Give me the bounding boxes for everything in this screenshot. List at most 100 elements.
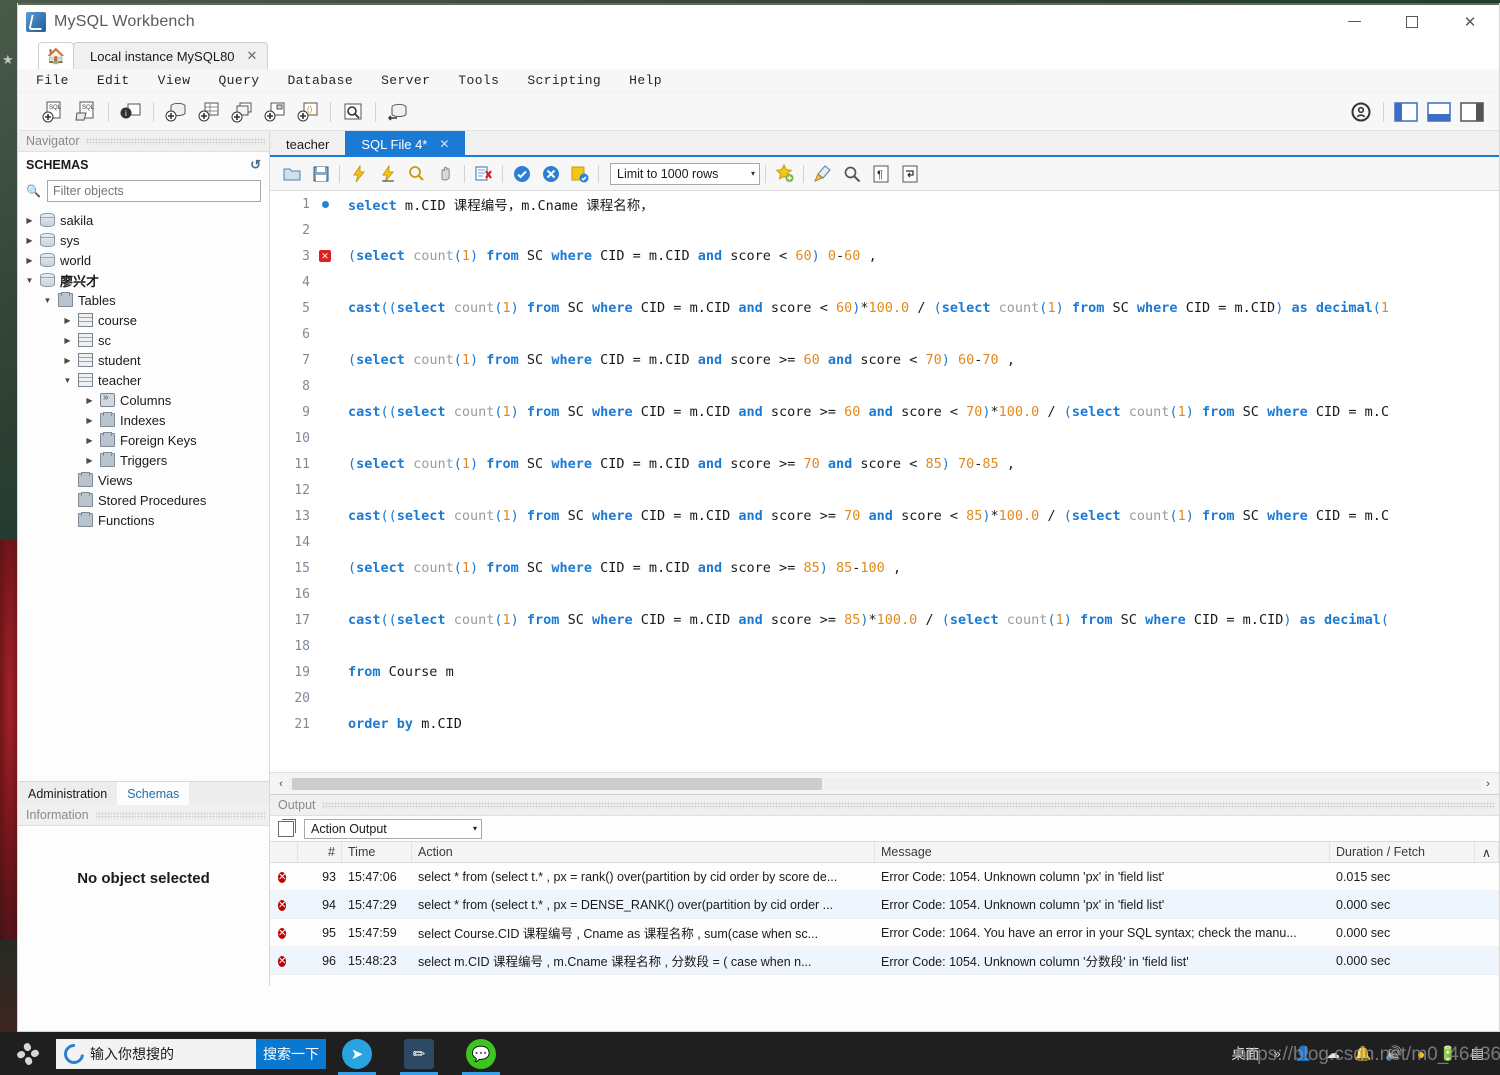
tree-item-views[interactable]: Views	[18, 470, 269, 490]
code-line[interactable]: 12	[270, 477, 1499, 503]
schema-tree[interactable]: ▶ sakila ▶ sys ▶ world ▼ 廖兴才 ▼ Tables ▶ course ▶ sc ▶ s…	[18, 208, 269, 781]
people-icon[interactable]: 👤	[1295, 1045, 1312, 1062]
chevron-right-icon[interactable]: ▶	[62, 336, 73, 345]
maximize-button[interactable]	[1383, 3, 1441, 41]
new-function-icon[interactable]: ()	[293, 97, 323, 127]
code-line[interactable]: 8	[270, 373, 1499, 399]
code-line[interactable]: 17 cast((select count(1) from SC where CI…	[270, 607, 1499, 633]
stop-query-icon[interactable]	[432, 160, 459, 187]
tencent-icon[interactable]: ●	[1417, 1046, 1425, 1062]
code-line[interactable]: 6	[270, 321, 1499, 347]
table-body[interactable]: ✕ 93 15:47:06 select * from (select t.* , p…	[270, 863, 1499, 975]
code-line[interactable]: 7 (select count(1) from SC where CID = m.…	[270, 347, 1499, 373]
toggle-sidebar-icon[interactable]	[1391, 97, 1421, 127]
battery-icon[interactable]: 🔋	[1439, 1045, 1456, 1062]
code-line[interactable]: 16	[270, 581, 1499, 607]
tree-item-廖兴才[interactable]: ▼ 廖兴才	[18, 270, 269, 290]
chevron-right-icon[interactable]: ▶	[24, 256, 35, 265]
chevron-down-icon[interactable]: ▼	[62, 376, 73, 385]
tree-item-stored-procedures[interactable]: Stored Procedures	[18, 490, 269, 510]
code-line[interactable]: 18	[270, 633, 1499, 659]
search-button[interactable]: 搜索一下	[256, 1038, 326, 1069]
code-line[interactable]: 15 (select count(1) from SC where CID = m…	[270, 555, 1499, 581]
scrollbar-track[interactable]	[288, 777, 1481, 790]
tab-sql-file-4[interactable]: SQL File 4* ✕	[345, 131, 466, 157]
code-line[interactable]: 1 select m.CID 课程编号，m.Cname 课程名称，	[270, 191, 1499, 217]
rollback-icon[interactable]	[537, 160, 564, 187]
filter-objects-input[interactable]	[46, 180, 261, 202]
code-line[interactable]: 5 cast((select count(1) from SC where CID…	[270, 295, 1499, 321]
chevron-down-icon[interactable]: ▼	[24, 276, 35, 285]
table-row[interactable]: ✕ 95 15:47:59 select Course.CID 课程编号 , Cnam…	[270, 919, 1499, 947]
chevron-right-icon[interactable]: ▶	[84, 416, 95, 425]
execute-current-statement-icon[interactable]	[374, 160, 401, 187]
close-button[interactable]: ✕	[1441, 3, 1499, 41]
output-mode-select[interactable]: Action Output ▾	[304, 818, 482, 839]
scroll-right-arrow-icon[interactable]: ›	[1481, 778, 1495, 790]
autocommit-icon[interactable]	[566, 160, 593, 187]
menu-view[interactable]: View	[158, 73, 191, 88]
code-line[interactable]: 11 (select count(1) from SC where CID = m…	[270, 451, 1499, 477]
menu-scripting[interactable]: Scripting	[527, 73, 601, 88]
tree-item-indexes[interactable]: ▶ Indexes	[18, 410, 269, 430]
toggle-output-icon[interactable]	[1424, 97, 1454, 127]
code-line[interactable]: 20	[270, 685, 1499, 711]
code-line[interactable]: 19 from Course m	[270, 659, 1499, 685]
menu-edit[interactable]: Edit	[97, 73, 130, 88]
admin-shield-icon[interactable]	[1346, 97, 1376, 127]
scroll-up-arrow-icon[interactable]: ∧	[1475, 842, 1499, 862]
find-icon[interactable]	[838, 160, 865, 187]
taskbar-app-wechat[interactable]: 💬	[450, 1032, 512, 1075]
reconnect-server-icon[interactable]	[383, 97, 413, 127]
minimize-button[interactable]	[1325, 3, 1383, 41]
menu-file[interactable]: File	[36, 73, 69, 88]
chevron-down-icon[interactable]: ▼	[42, 296, 53, 305]
new-procedure-icon[interactable]	[260, 97, 290, 127]
home-tab[interactable]: 🏠	[38, 42, 74, 69]
toggle-stop-on-error-icon[interactable]	[470, 160, 497, 187]
code-line[interactable]: 4	[270, 269, 1499, 295]
tree-item-foreign-keys[interactable]: ▶ Foreign Keys	[18, 430, 269, 450]
chevron-right-icon[interactable]: ▶	[24, 216, 35, 225]
table-row[interactable]: ✕ 94 15:47:29 select * from (select t.* , p…	[270, 891, 1499, 919]
volume-icon[interactable]: 🔊	[1385, 1045, 1402, 1062]
tree-item-functions[interactable]: Functions	[18, 510, 269, 530]
desktop-label[interactable]: 桌面	[1231, 1044, 1259, 1064]
code-line[interactable]: 3 ✕ (select count(1) from SC where CID = m…	[270, 243, 1499, 269]
chevron-right-icon[interactable]: ▶	[62, 316, 73, 325]
sql-code-editor[interactable]: 1 select m.CID 课程编号，m.Cname 课程名称， 2 3 ✕ (sele…	[270, 191, 1499, 772]
editor-horizontal-scrollbar[interactable]: ‹ ›	[270, 772, 1499, 794]
tree-item-student[interactable]: ▶ student	[18, 350, 269, 370]
menu-query[interactable]: Query	[218, 73, 259, 88]
new-table-icon[interactable]	[194, 97, 224, 127]
toggle-invisible-chars-icon[interactable]: ¶	[867, 160, 894, 187]
save-file-icon[interactable]	[307, 160, 334, 187]
execute-statement-icon[interactable]	[345, 160, 372, 187]
code-line[interactable]: 9 cast((select count(1) from SC where CID…	[270, 399, 1499, 425]
network-icon[interactable]: ▤	[1471, 1045, 1484, 1062]
code-line[interactable]: 14	[270, 529, 1499, 555]
code-line[interactable]: 13 cast((select count(1) from SC where CI…	[270, 503, 1499, 529]
menu-server[interactable]: Server	[381, 73, 430, 88]
beautify-sql-icon[interactable]	[771, 160, 798, 187]
close-icon[interactable]: ✕	[247, 48, 258, 64]
table-row[interactable]: ✕ 93 15:47:06 select * from (select t.* , p…	[270, 863, 1499, 891]
sidebar-item-schemas[interactable]: Schemas	[117, 782, 190, 805]
taskbar-search-box[interactable]: 输入你想搜的	[56, 1038, 256, 1069]
chevron-right-icon[interactable]: ▶	[62, 356, 73, 365]
open-sql-script-icon[interactable]: SQL	[71, 97, 101, 127]
clear-context-icon[interactable]	[809, 160, 836, 187]
taskbar-app-telegram[interactable]: ➤	[326, 1032, 388, 1075]
sidebar-item-administration[interactable]: Administration	[18, 782, 117, 805]
chevron-right-icon[interactable]: ▶	[24, 236, 35, 245]
code-lines[interactable]: 1 select m.CID 课程编号，m.Cname 课程名称， 2 3 ✕ (sele…	[270, 191, 1499, 772]
menu-help[interactable]: Help	[629, 73, 662, 88]
limit-rows-select[interactable]: Limit to 1000 rows ▾	[610, 162, 760, 185]
refresh-icon[interactable]: ↺	[250, 157, 261, 173]
toggle-secondary-sidebar-icon[interactable]	[1457, 97, 1487, 127]
search-data-icon[interactable]	[338, 97, 368, 127]
tree-item-world[interactable]: ▶ world	[18, 250, 269, 270]
chevron-right-icon[interactable]: ▶	[84, 456, 95, 465]
copy-icon[interactable]	[278, 818, 296, 837]
code-line[interactable]: 21 order by m.CID	[270, 711, 1499, 737]
